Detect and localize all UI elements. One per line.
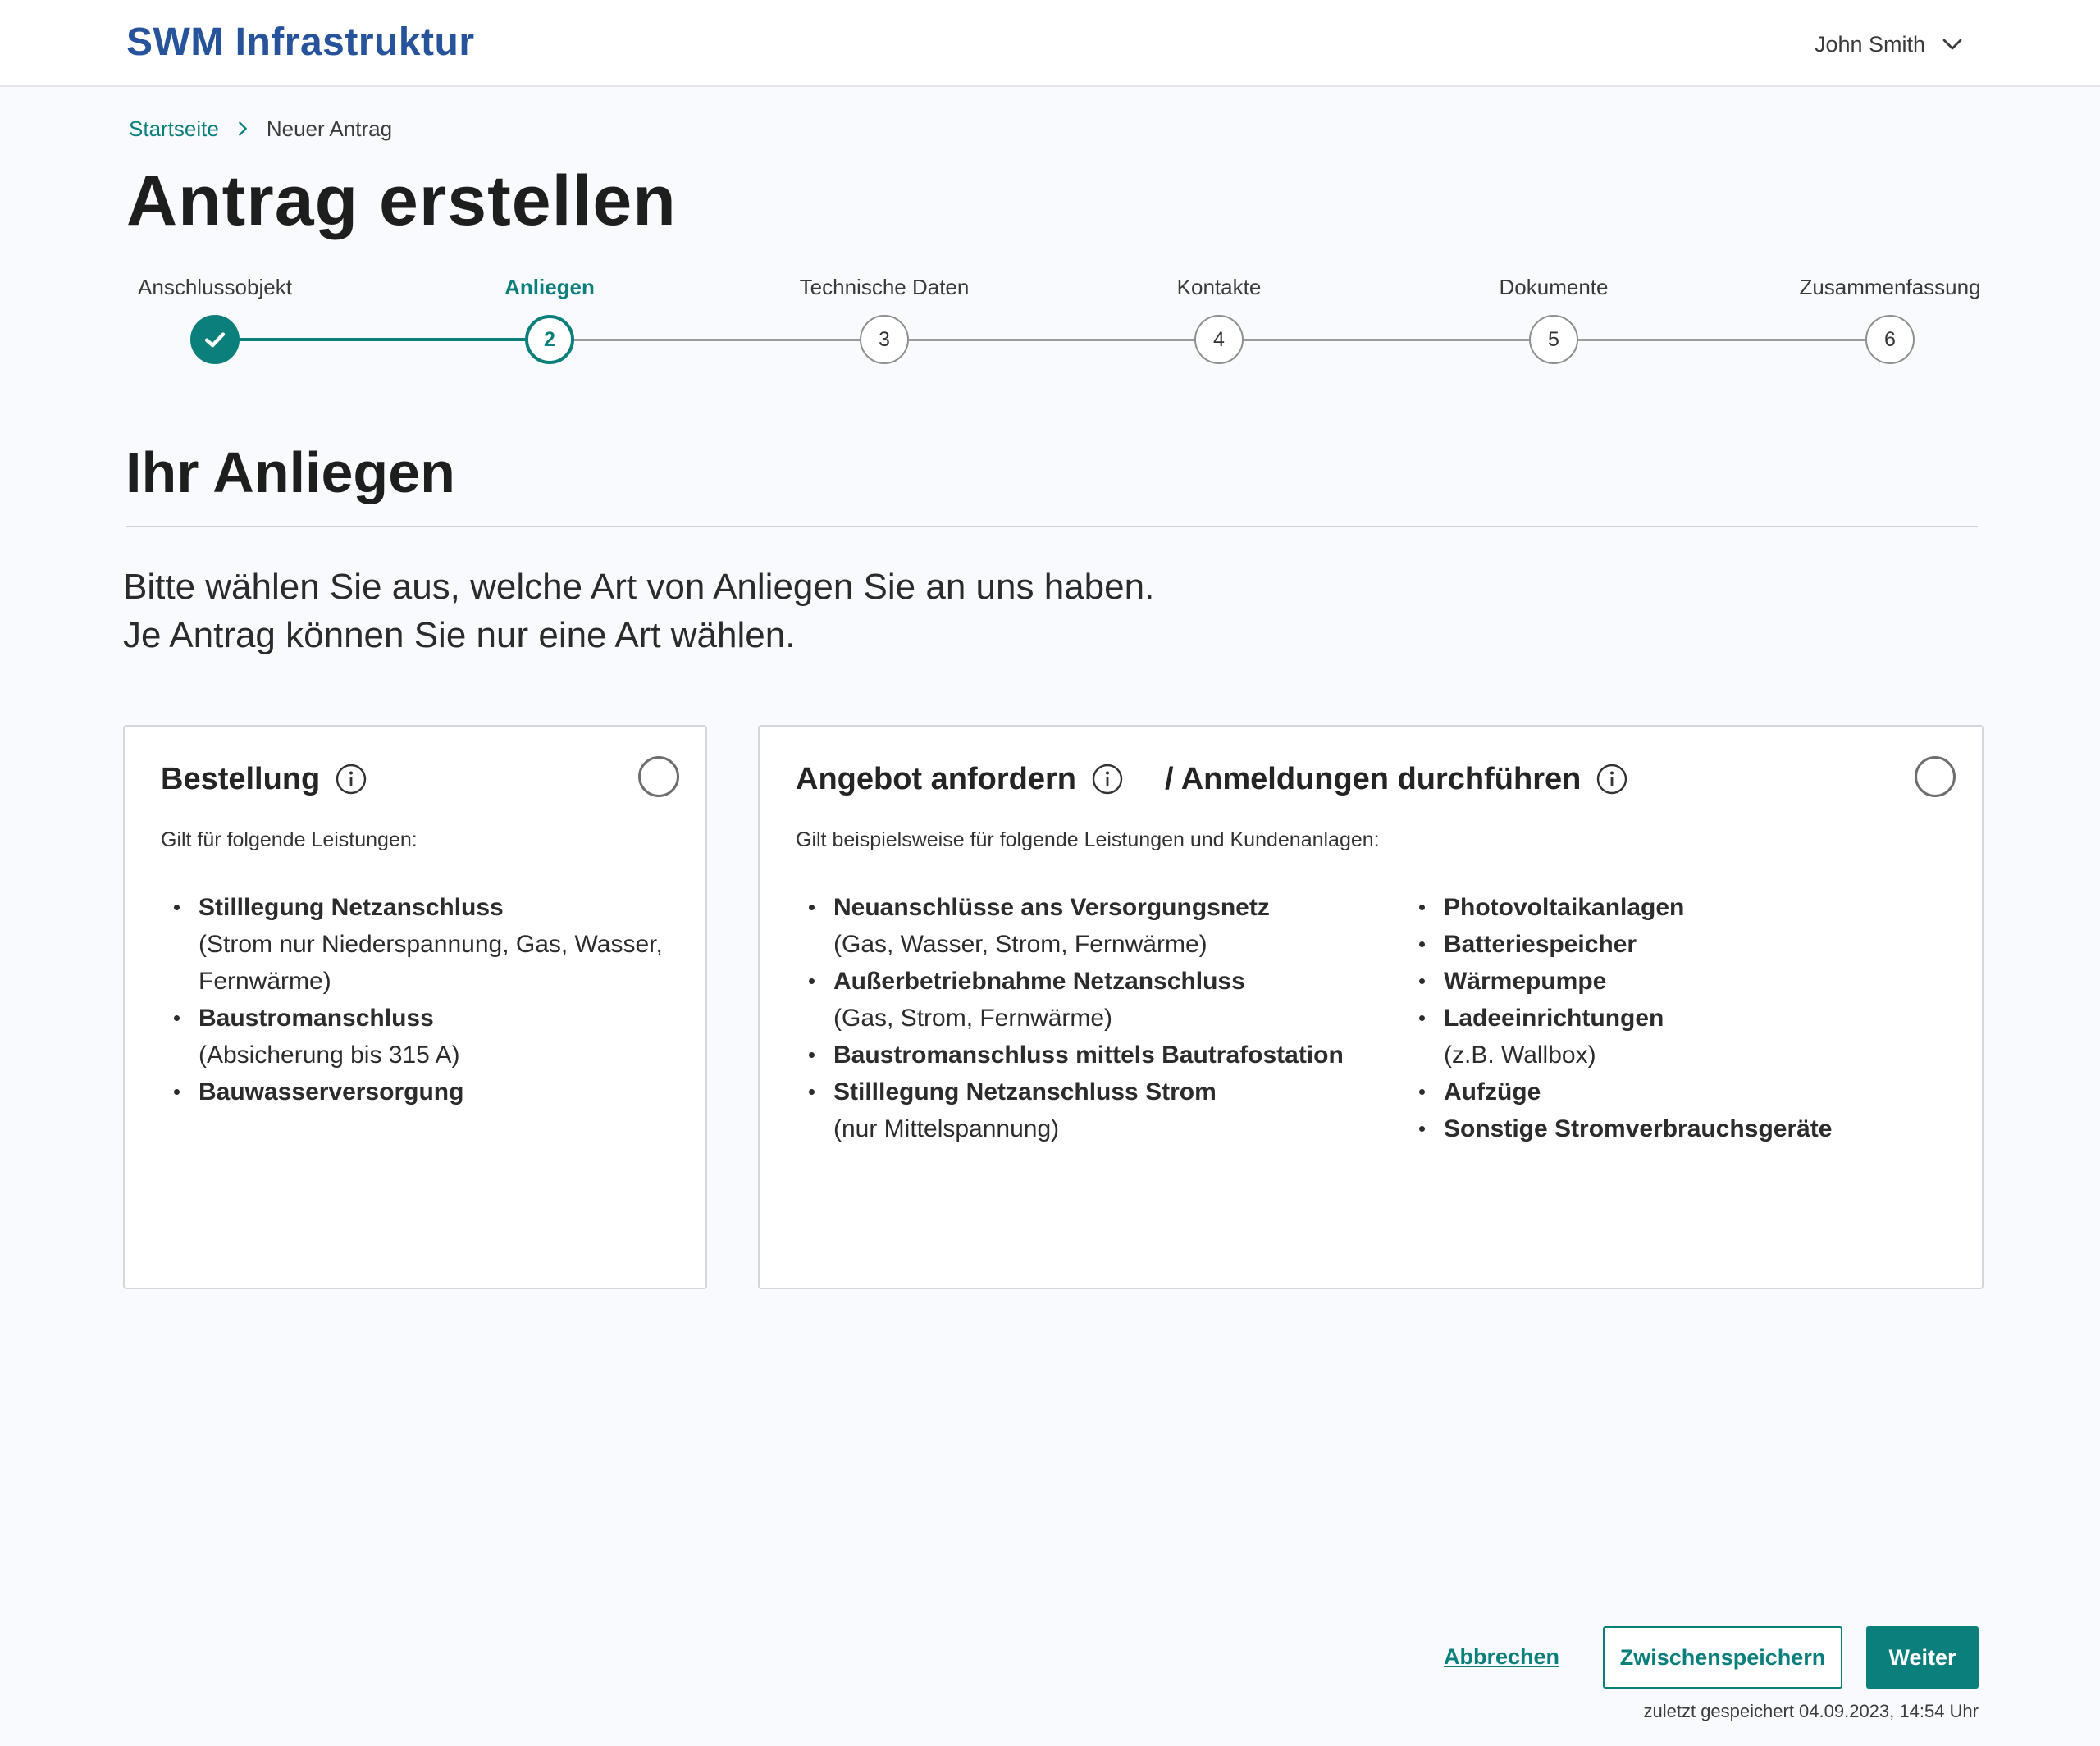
option-title-angebot: Angebot anfordern — [796, 761, 1076, 796]
list-item: Baustromanschluss (Absicherung bis 315 A… — [161, 1000, 669, 1074]
chevron-right-icon — [234, 120, 252, 138]
service-name: Baustromanschluss mittels Bautrafostatio… — [833, 1042, 1344, 1069]
step-circle: 4 — [1194, 315, 1244, 364]
section-title: Ihr Anliegen — [126, 440, 455, 504]
service-note: (Gas, Wasser, Strom, Fernwärme) — [833, 931, 1208, 958]
info-icon[interactable] — [335, 763, 368, 796]
list-item: Stilllegung Netzanschluss Strom (nur Mit… — [796, 1074, 1370, 1147]
step-anschlussobjekt[interactable]: Anschlussobjekt — [92, 271, 338, 364]
service-list-kundenanlagen: Photovoltaikanlagen Batteriespeicher Wär… — [1406, 889, 1947, 1147]
step-circle: 5 — [1529, 315, 1578, 364]
user-menu[interactable]: John Smith — [1815, 28, 1965, 61]
check-icon — [204, 332, 226, 348]
next-button[interactable]: Weiter — [1866, 1626, 1979, 1689]
option-subtitle: Gilt für folgende Leistungen: — [161, 828, 418, 851]
breadcrumb-current: Neuer Antrag — [266, 116, 393, 141]
service-name: Stilllegung Netzanschluss — [199, 894, 504, 921]
service-name: Sonstige Stromverbrauchsgeräte — [1444, 1115, 1833, 1142]
service-list-leistungen: Neuanschlüsse ans Versorgungsnetz (Gas, … — [796, 889, 1370, 1147]
option-title-row: Bestellung — [161, 754, 368, 804]
user-name: John Smith — [1815, 31, 1926, 57]
list-item: Batteriespeicher — [1406, 926, 1947, 963]
service-name: Neuanschlüsse ans Versorgungsnetz — [833, 894, 1270, 921]
service-name: Wärmepumpe — [1444, 968, 1607, 995]
step-label: Zusammenfassung — [1799, 275, 1981, 299]
service-note: (Absicherung bis 315 A) — [199, 1042, 460, 1069]
option-card-angebot[interactable]: Angebot anfordern / Anmeldungen durchfüh… — [758, 725, 1984, 1289]
step-label: Anliegen — [504, 275, 595, 299]
info-icon[interactable] — [1091, 763, 1124, 796]
list-item: Baustromanschluss mittels Bautrafostatio… — [796, 1037, 1370, 1074]
last-saved-status: zuletzt gespeichert 04.09.2023, 14:54 Uh… — [1643, 1701, 1979, 1721]
service-name: Stilllegung Netzanschluss Strom — [833, 1078, 1217, 1105]
service-name: Baustromanschluss — [199, 1005, 434, 1032]
list-item: Neuanschlüsse ans Versorgungsnetz (Gas, … — [796, 889, 1370, 963]
service-name: Aufzüge — [1444, 1078, 1541, 1105]
list-item: Sonstige Stromverbrauchsgeräte — [1406, 1110, 1947, 1147]
list-item: Stilllegung Netzanschluss (Strom nur Nie… — [161, 889, 669, 1000]
option-subtitle: Gilt beispielsweise für folgende Leistun… — [796, 828, 1380, 851]
list-item: Wärmepumpe — [1406, 963, 1947, 1000]
step-circle: 6 — [1865, 315, 1915, 364]
list-item: Außerbetriebnahme Netzanschluss (Gas, St… — [796, 963, 1370, 1037]
step-anliegen: Anliegen 2 — [427, 271, 673, 364]
service-note: (Gas, Strom, Fernwärme) — [833, 1005, 1113, 1032]
service-list: Stilllegung Netzanschluss (Strom nur Nie… — [161, 889, 669, 1110]
breadcrumb: Startseite Neuer Antrag — [129, 115, 392, 143]
step-zusammenfassung: Zusammenfassung 6 — [1767, 271, 2013, 364]
list-item: Aufzüge — [1406, 1074, 1947, 1110]
breadcrumb-home-link[interactable]: Startseite — [129, 116, 219, 142]
list-item: Bauwasserversorgung — [161, 1074, 669, 1110]
step-label: Kontakte — [1176, 275, 1262, 299]
page-title: Antrag erstellen — [126, 162, 677, 240]
service-name: Ladeeinrichtungen — [1444, 1005, 1664, 1032]
step-label: Dokumente — [1499, 275, 1609, 299]
service-name: Außerbetriebnahme Netzanschluss — [833, 968, 1245, 995]
option-radio-angebot[interactable] — [1915, 756, 1956, 797]
service-name: Bauwasserversorgung — [199, 1078, 464, 1105]
option-radio-bestellung[interactable] — [638, 756, 679, 797]
service-name: Batteriespeicher — [1444, 931, 1637, 958]
step-kontakte: Kontakte 4 — [1096, 271, 1342, 364]
brand-logo[interactable]: SWM Infrastruktur — [126, 20, 475, 65]
option-title-anmeldungen: / Anmeldungen durchführen — [1164, 761, 1582, 796]
service-note: (z.B. Wallbox) — [1444, 1042, 1596, 1069]
step-technische-daten: Technische Daten 3 — [761, 271, 1007, 364]
top-bar: SWM Infrastruktur John Smith — [0, 0, 2100, 87]
intro-line: Je Antrag können Sie nur eine Art wählen… — [123, 615, 796, 655]
step-circle: 2 — [525, 315, 574, 364]
section-divider — [126, 526, 1978, 527]
step-circle — [190, 315, 240, 364]
progress-stepper: Anschlussobjekt Anliegen 2 Technische Da… — [0, 271, 2100, 377]
cancel-button[interactable]: Abbrechen — [1444, 1639, 1559, 1675]
option-title-row: Angebot anfordern / Anmeldungen durchfüh… — [796, 754, 1628, 804]
service-note: (Strom nur Niederspannung, Gas, Wasser, … — [199, 931, 663, 995]
intro-line: Bitte wählen Sie aus, welche Art von Anl… — [123, 567, 1155, 607]
info-icon[interactable] — [1596, 763, 1628, 796]
save-draft-button[interactable]: Zwischenspeichern — [1603, 1626, 1842, 1689]
option-title: Bestellung — [161, 761, 321, 796]
service-note: (nur Mittelspannung) — [833, 1115, 1060, 1142]
intro-text: Bitte wählen Sie aus, welche Art von Anl… — [123, 563, 1154, 659]
chevron-down-icon — [1942, 39, 1962, 50]
step-label: Anschlussobjekt — [138, 275, 292, 299]
list-item: Ladeeinrichtungen (z.B. Wallbox) — [1406, 1000, 1947, 1074]
step-circle: 3 — [860, 315, 909, 364]
stepper-line-completed — [215, 338, 550, 341]
service-name: Photovoltaikanlagen — [1444, 894, 1685, 921]
step-label: Technische Daten — [799, 275, 970, 299]
option-card-bestellung[interactable]: Bestellung Gilt für folgende Leistungen:… — [123, 725, 707, 1289]
list-item: Photovoltaikanlagen — [1406, 889, 1947, 926]
step-dokumente: Dokumente 5 — [1431, 271, 1677, 364]
